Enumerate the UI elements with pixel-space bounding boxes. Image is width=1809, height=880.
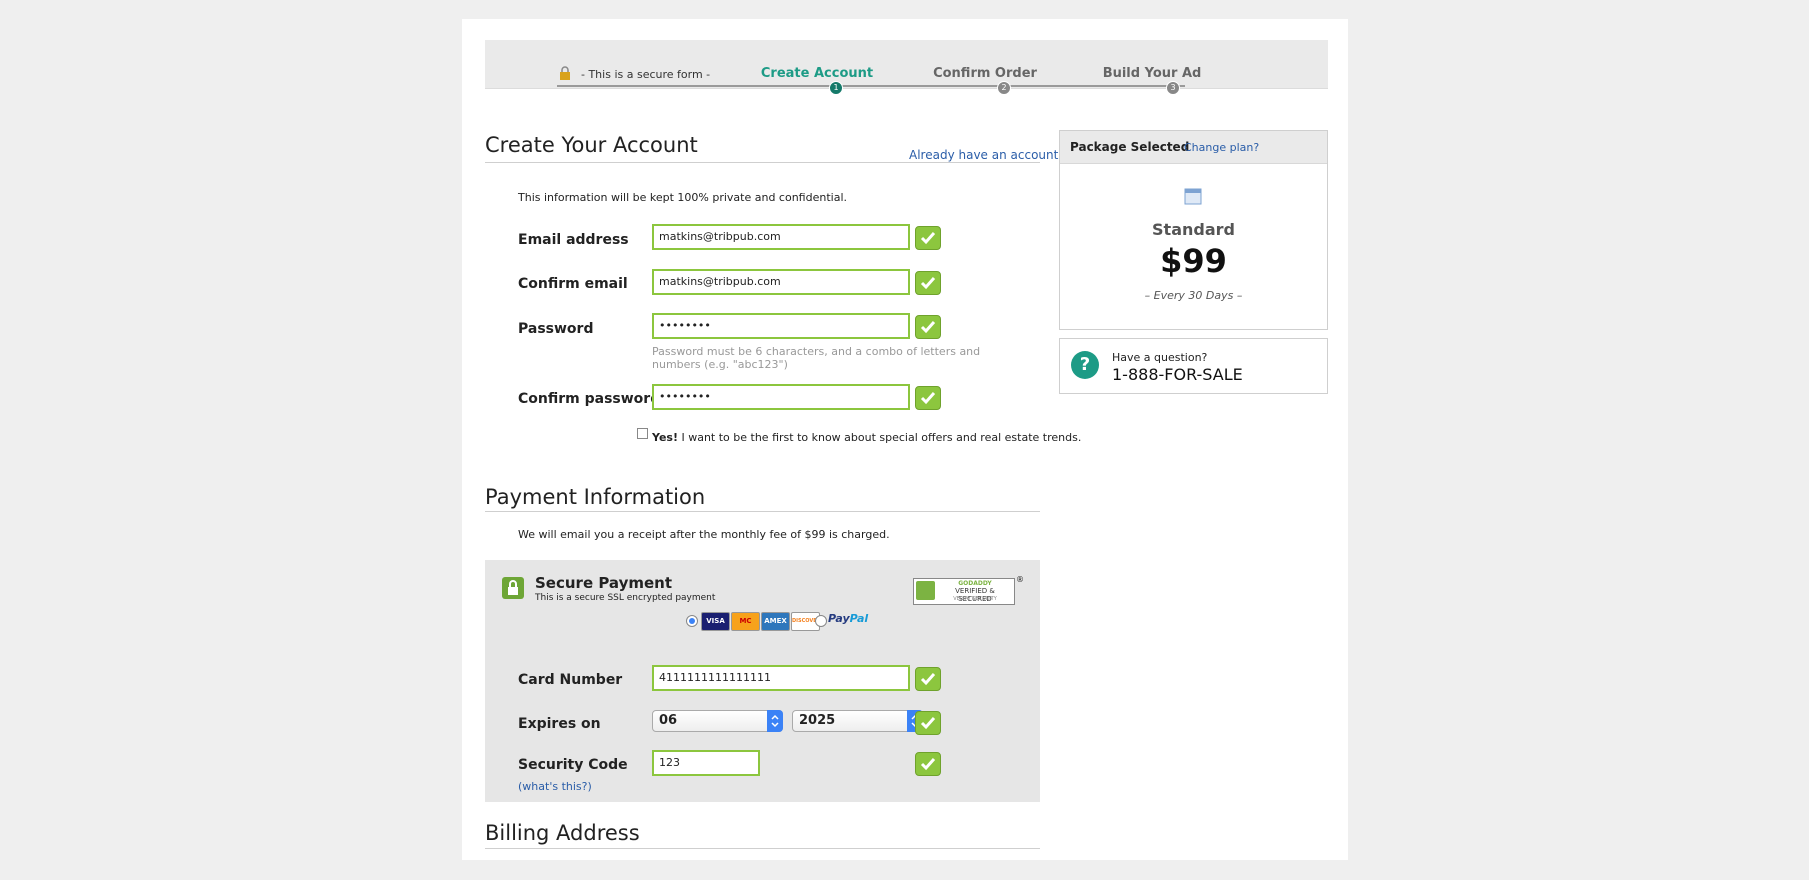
- divider: [485, 511, 1040, 512]
- step-2-dot: 2: [997, 81, 1011, 95]
- package-header-title: Package Selected: [1070, 140, 1190, 154]
- pay-by-paypal-radio[interactable]: [815, 615, 827, 627]
- secure-payment-subtitle: This is a secure SSL encrypted payment: [535, 593, 716, 603]
- security-code-valid-check-icon: [915, 752, 941, 776]
- optin-text: I want to be the first to know about spe…: [677, 431, 1082, 444]
- calendar-icon: [1184, 188, 1202, 205]
- confirm-email-field[interactable]: matkins@tribpub.com: [652, 269, 910, 295]
- already-have-account-link[interactable]: Already have an account?: [909, 148, 1065, 162]
- confirm-email-valid-check-icon: [915, 271, 941, 295]
- seal-verify-text: VERIFY SECURITY: [953, 596, 997, 602]
- expires-month-value: 06: [659, 713, 678, 728]
- confirm-password-valid-check-icon: [915, 386, 941, 410]
- security-code-label: Security Code: [518, 757, 628, 773]
- security-code-field[interactable]: 123: [652, 750, 760, 776]
- password-field[interactable]: ••••••••: [652, 313, 910, 339]
- confirm-password-label: Confirm password: [518, 391, 661, 407]
- card-number-field[interactable]: 4111111111111111: [652, 665, 910, 691]
- checkout-progress: - This is a secure form - Create Account…: [485, 40, 1328, 95]
- expires-year-select[interactable]: 2025: [792, 710, 923, 732]
- receipt-note: We will email you a receipt after the mo…: [518, 528, 890, 541]
- payment-information-title: Payment Information: [485, 485, 706, 509]
- privacy-note: This information will be kept 100% priva…: [518, 191, 847, 204]
- step-1-dot: 1: [829, 81, 843, 95]
- password-hint: Password must be 6 characters, and a com…: [652, 345, 981, 371]
- package-price: $99: [1160, 242, 1227, 280]
- offers-optin-label: Yes! I want to be the first to know abou…: [652, 431, 1081, 444]
- expires-year-value: 2025: [799, 713, 836, 728]
- help-box: ? Have a question? 1-888-FOR-SALE: [1059, 338, 1328, 394]
- pay-by-card-radio[interactable]: [686, 615, 698, 627]
- paypal-pay: Pay: [828, 612, 850, 625]
- help-phone[interactable]: 1-888-FOR-SALE: [1112, 365, 1243, 384]
- divider: [485, 848, 1040, 849]
- step-create-account: Create Account: [760, 66, 874, 81]
- visa-icon: VISA: [701, 612, 730, 631]
- package-name: Standard: [1152, 220, 1235, 239]
- paypal-logo: PayPal: [828, 612, 868, 625]
- question-icon: ?: [1071, 351, 1099, 379]
- package-period: – Every 30 Days –: [1144, 289, 1243, 302]
- amex-icon: AMEX: [761, 612, 790, 631]
- password-label: Password: [518, 321, 594, 337]
- question-label: Have a question?: [1112, 351, 1208, 364]
- email-valid-check-icon: [915, 226, 941, 250]
- secure-payment-title: Secure Payment: [535, 574, 673, 592]
- password-valid-check-icon: [915, 315, 941, 339]
- secure-form-text: - This is a secure form -: [581, 68, 711, 81]
- step-build-your-ad: Build Your Ad: [1102, 66, 1202, 81]
- offers-optin-checkbox[interactable]: [637, 428, 648, 439]
- expires-valid-check-icon: [915, 711, 941, 735]
- optin-yes: Yes!: [652, 431, 678, 444]
- paypal-pal: Pal: [849, 612, 869, 625]
- card-number-label: Card Number: [518, 672, 623, 688]
- seal-lock-icon: [916, 581, 935, 600]
- seal-brand: GODADDY: [958, 580, 992, 587]
- confirm-email-label: Confirm email: [518, 276, 628, 292]
- change-plan-link[interactable]: Change plan?: [1184, 141, 1259, 154]
- step-confirm-order: Confirm Order: [933, 66, 1037, 81]
- email-label: Email address: [518, 232, 629, 248]
- secure-lock-icon: [502, 577, 524, 599]
- email-field[interactable]: matkins@tribpub.com: [652, 224, 910, 250]
- package-header: Package Selected Change plan?: [1060, 131, 1327, 164]
- whats-this-link[interactable]: (what's this?): [518, 780, 592, 793]
- registered-mark: ®: [1016, 575, 1024, 584]
- create-account-title: Create Your Account: [485, 133, 698, 157]
- select-arrows-icon: [767, 710, 783, 732]
- progress-line: [557, 85, 1185, 87]
- godaddy-seal[interactable]: GODADDY VERIFIED & SECURED VERIFY SECURI…: [913, 578, 1015, 605]
- expires-label: Expires on: [518, 716, 601, 732]
- card-number-valid-check-icon: [915, 667, 941, 691]
- billing-address-title: Billing Address: [485, 821, 640, 845]
- mastercard-icon: MC: [731, 612, 760, 631]
- confirm-password-field[interactable]: ••••••••: [652, 384, 910, 410]
- expires-month-select[interactable]: 06: [652, 710, 783, 732]
- step-3-dot: 3: [1166, 81, 1180, 95]
- page-container: - This is a secure form - Create Account…: [462, 19, 1348, 860]
- lock-icon: [560, 66, 570, 80]
- divider: [485, 162, 1040, 163]
- package-selected-card: Package Selected Change plan? Standard $…: [1059, 130, 1328, 330]
